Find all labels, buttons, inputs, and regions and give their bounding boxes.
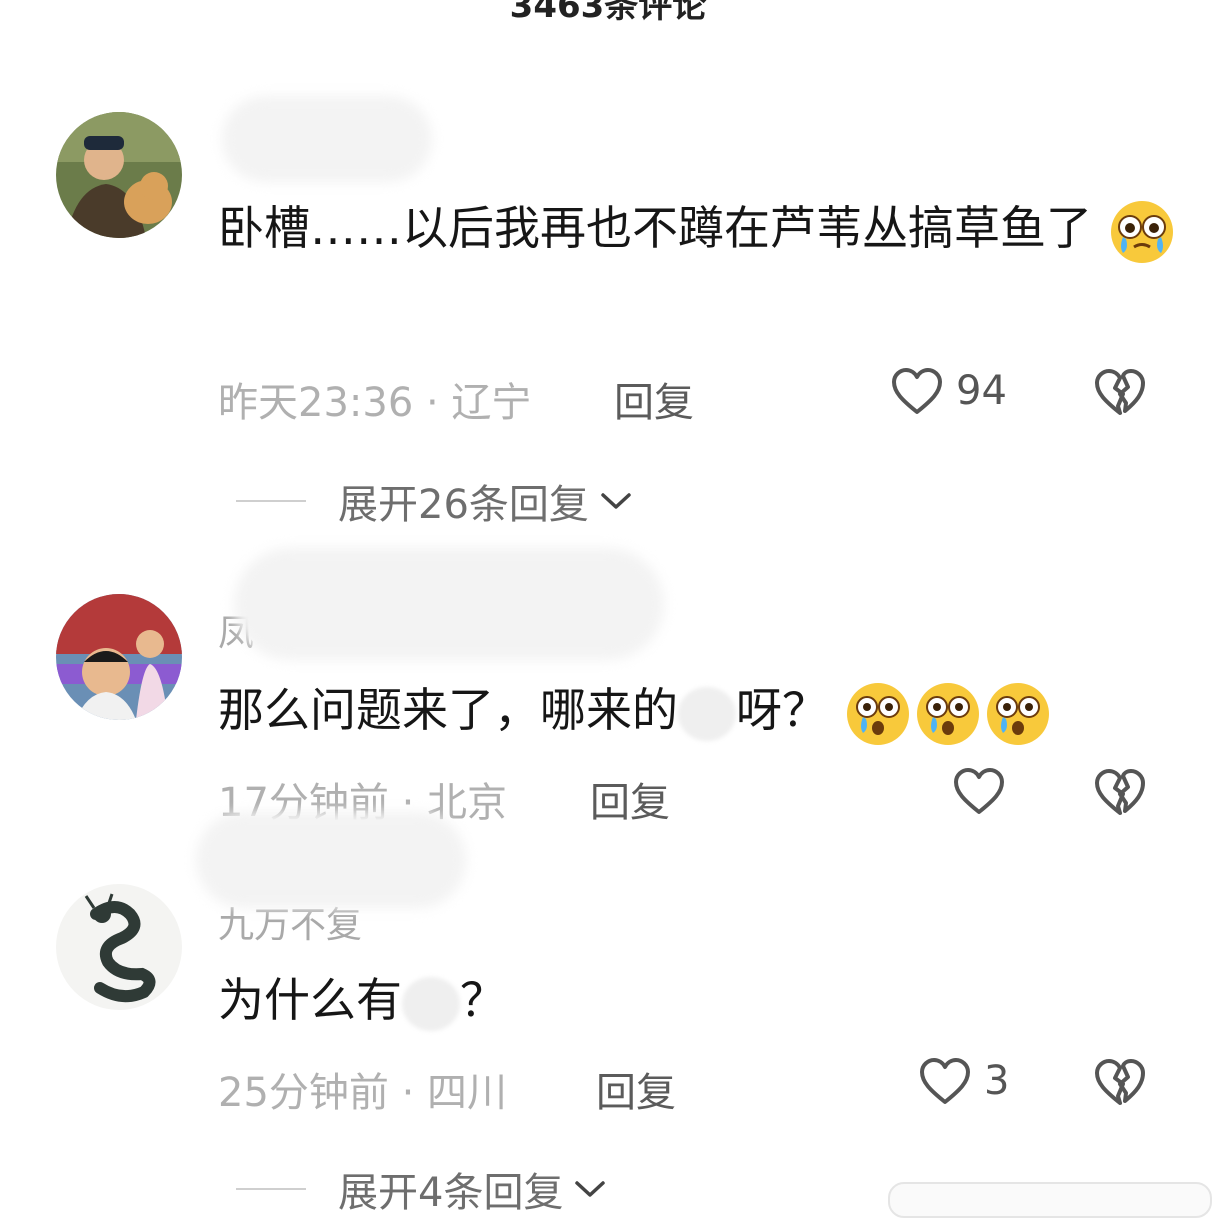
dislike-button[interactable] (1092, 366, 1148, 422)
reply-button[interactable]: 回复 (614, 370, 694, 428)
broken-heart-icon (1092, 766, 1148, 818)
comment-text-content: 卧槽……以后我再也不蹲在芦苇丛搞草鱼了 (218, 201, 1092, 255)
pleading-crying-face-emoji (1109, 199, 1175, 265)
username-redaction (222, 96, 432, 182)
dislike-button[interactable] (1092, 766, 1148, 822)
comment-time-location: 昨天23:36 · 辽宁 (218, 380, 532, 426)
shocked-crying-face-emoji (985, 681, 1051, 747)
redacted-word (402, 976, 460, 1031)
avatar[interactable] (56, 112, 182, 238)
username-redaction (234, 548, 664, 660)
heart-icon (952, 766, 1006, 816)
expand-replies-label: 展开4条回复 (338, 1170, 564, 1216)
chevron-down-icon (601, 493, 631, 509)
divider-line (236, 1188, 306, 1190)
comment-text: 那么问题来了，哪来的 呀？ (218, 670, 1178, 750)
divider-line (236, 500, 306, 502)
like-button[interactable]: 94 (890, 366, 1007, 416)
expand-replies-label: 展开26条回复 (338, 482, 589, 528)
heart-icon (918, 1056, 972, 1106)
broken-heart-icon (1092, 366, 1148, 418)
expand-replies-button[interactable]: 展开26条回复 (236, 472, 633, 530)
shocked-crying-face-emoji (915, 681, 981, 747)
expand-replies-button[interactable]: 展开4条回复 (236, 1160, 607, 1218)
broken-heart-icon (1092, 1056, 1148, 1108)
avatar[interactable] (56, 594, 182, 720)
comment-text: 为什么有 ？ (218, 960, 1178, 1040)
comment-text-before: 为什么有 (218, 973, 402, 1027)
comment-text-after: ？ (460, 973, 506, 1027)
like-count: 94 (956, 368, 1007, 414)
like-button[interactable]: 3 (918, 1056, 1009, 1106)
shocked-crying-face-emoji (845, 681, 911, 747)
comment-text: 卧槽……以后我再也不蹲在芦苇丛搞草鱼了 (218, 188, 1178, 268)
chevron-down-icon (575, 1181, 606, 1197)
username-redaction (196, 812, 466, 908)
heart-icon (890, 366, 944, 416)
comment-count-title: 3463条评论 (509, 0, 707, 26)
comment-time-location: 25分钟前 · 四川 (218, 1070, 508, 1116)
avatar[interactable] (56, 884, 182, 1010)
comment-text-after: 呀？ (736, 683, 828, 737)
reply-button[interactable]: 回复 (590, 770, 670, 828)
like-button[interactable] (952, 766, 1006, 816)
redacted-word (678, 686, 736, 741)
reply-button[interactable]: 回复 (596, 1060, 676, 1118)
dislike-button[interactable] (1092, 1056, 1148, 1112)
like-count: 3 (984, 1058, 1010, 1104)
scroll-indicator[interactable] (888, 1182, 1212, 1218)
comment-text-before: 那么问题来了，哪来的 (218, 683, 678, 737)
